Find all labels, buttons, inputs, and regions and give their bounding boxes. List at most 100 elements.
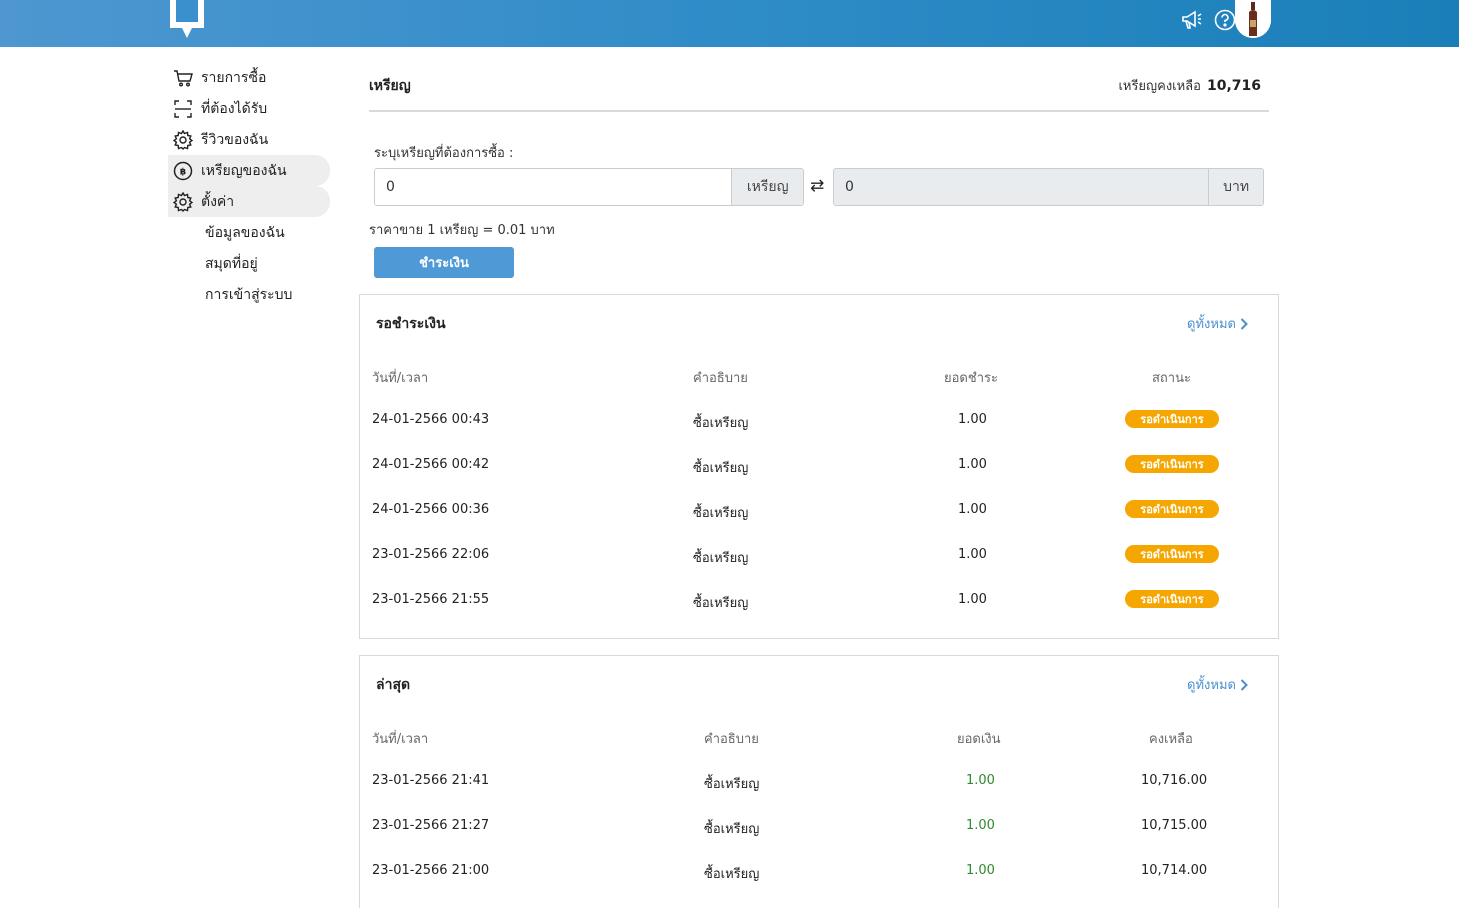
sidebar-item-label: เหรียญของฉัน: [201, 162, 287, 179]
row-description: ซื้อเหรียญ: [693, 551, 749, 566]
avatar[interactable]: [1235, 0, 1271, 38]
row-description: ซื้อเหรียญ: [693, 596, 749, 611]
chevron-right-icon: [1240, 317, 1248, 330]
balance-label: เหรียญคงเหลือ: [1118, 79, 1201, 94]
table-row: 23-01-2566 21:00 ซื้อเหรียญ 1.00 10,714.00: [372, 863, 1252, 883]
chevron-right-icon: [1240, 678, 1248, 691]
table-row: 24-01-2566 00:43 ซื้อเหรียญ 1.00 รอดำเนินกา…: [372, 410, 1252, 432]
column-header: ยอดชำระ: [944, 371, 998, 386]
column-header: วันที่/เวลา: [372, 732, 429, 747]
row-date: 23-01-2566 21:00: [372, 863, 490, 878]
swap-icon: ⇄: [810, 176, 825, 196]
view-all-label: ดูทั้งหมด: [1187, 317, 1236, 332]
sidebar-item-purchases[interactable]: รายการซื้อ: [168, 62, 330, 93]
page-header: เหรียญ เหรียญคงเหลือ 10,716: [369, 68, 1269, 112]
sidebar-item-label: รายการซื้อ: [201, 69, 267, 86]
sidebar-sub-label: สมุดที่อยู่: [205, 255, 258, 272]
table-row: 24-01-2566 00:42 ซื้อเหรียญ 1.00 รอดำเนินกา…: [372, 455, 1252, 477]
column-header: คำอธิบาย: [693, 371, 748, 386]
sidebar-sub-label: ข้อมูลของฉัน: [205, 224, 285, 241]
help-icon[interactable]: [1213, 8, 1237, 32]
sidebar-sub-login[interactable]: การเข้าสู่ระบบ: [168, 279, 330, 310]
card-title: รอชำระเงิน: [376, 316, 446, 332]
row-balance: 10,715.00: [1141, 818, 1208, 833]
megaphone-icon[interactable]: [1179, 8, 1203, 32]
page-title: เหรียญ: [369, 78, 411, 94]
row-date: 23-01-2566 21:27: [372, 818, 490, 833]
table-header: วันที่/เวลา คำอธิบาย ยอดชำระ สถานะ: [372, 367, 1252, 387]
column-header: วันที่/เวลา: [372, 371, 429, 386]
row-amount: 1.00: [958, 457, 987, 472]
row-description: ซื้อเหรียญ: [704, 822, 760, 837]
row-date: 23-01-2566 21:55: [372, 592, 490, 607]
row-description: ซื้อเหรียญ: [693, 506, 749, 521]
table-row: 24-01-2566 00:36 ซื้อเหรียญ 1.00 รอดำเนินกา…: [372, 500, 1252, 522]
sidebar-sub-label: การเข้าสู่ระบบ: [205, 286, 293, 303]
sidebar-item-reviews[interactable]: รีวิวของฉัน: [168, 124, 330, 155]
column-header: สถานะ: [1152, 371, 1191, 386]
card-title: ล่าสุด: [376, 677, 411, 693]
coin-balance: เหรียญคงเหลือ 10,716: [1118, 75, 1261, 96]
sidebar-item-my-coins[interactable]: ฿ เหรียญของฉัน: [168, 155, 330, 186]
table-row: 23-01-2566 21:27 ซื้อเหรียญ 1.00 10,715.00: [372, 818, 1252, 838]
svg-text:฿: ฿: [180, 167, 186, 177]
row-amount: 1.00: [958, 592, 987, 607]
coin-unit-addon: เหรียญ: [731, 169, 803, 205]
table-row: 23-01-2566 21:55 ซื้อเหรียญ 1.00 รอดำเนินกา…: [372, 590, 1252, 612]
top-header: [0, 0, 1459, 47]
row-description: ซื้อเหรียญ: [704, 777, 760, 792]
baht-amount-input: [834, 169, 1209, 205]
logo-icon[interactable]: [168, 0, 206, 40]
row-amount: 1.00: [958, 547, 987, 562]
pay-button[interactable]: ชำระเงิน: [374, 247, 514, 278]
row-amount: 1.00: [966, 818, 995, 833]
status-badge: รอดำเนินการ: [1125, 500, 1219, 518]
column-header: ยอดเงิน: [957, 732, 1001, 747]
coin-input-group: เหรียญ: [374, 168, 804, 206]
row-amount: 1.00: [966, 863, 995, 878]
row-balance: 10,714.00: [1141, 863, 1208, 878]
row-amount: 1.00: [958, 502, 987, 517]
sidebar-sub-my-info[interactable]: ข้อมูลของฉัน: [168, 217, 330, 248]
status-badge: รอดำเนินการ: [1125, 545, 1219, 563]
latest-transactions-card: ล่าสุด ดูทั้งหมด วันที่/เวลา คำอธิบาย ยอ…: [359, 655, 1279, 908]
row-description: ซื้อเหรียญ: [704, 867, 760, 882]
sidebar-item-label: ที่ต้องได้รับ: [201, 100, 268, 117]
sidebar-item-label: ตั้งค่า: [201, 193, 235, 210]
row-date: 24-01-2566 00:36: [372, 502, 490, 517]
cart-icon: [173, 68, 193, 88]
coin-amount-input[interactable]: [375, 169, 732, 205]
row-date: 24-01-2566 00:43: [372, 412, 490, 427]
table-row: 23-01-2566 22:06 ซื้อเหรียญ 1.00 รอดำเนินกา…: [372, 545, 1252, 567]
balance-value: 10,716: [1206, 78, 1261, 94]
baht-unit-addon: บาท: [1208, 169, 1263, 205]
column-header: คงเหลือ: [1149, 732, 1193, 747]
row-amount: 1.00: [958, 412, 987, 427]
row-balance: 10,716.00: [1141, 773, 1208, 788]
sidebar-sub-address-book[interactable]: สมุดที่อยู่: [168, 248, 330, 279]
view-all-label: ดูทั้งหมด: [1187, 678, 1236, 693]
row-description: ซื้อเหรียญ: [693, 416, 749, 431]
table-row: 23-01-2566 21:41 ซื้อเหรียญ 1.00 10,716.00: [372, 773, 1252, 793]
status-badge: รอดำเนินการ: [1125, 455, 1219, 473]
buy-coin-label: ระบุเหรียญที่ต้องการซื้อ :: [374, 146, 514, 161]
column-header: คำอธิบาย: [704, 732, 759, 747]
table-header: วันที่/เวลา คำอธิบาย ยอดเงิน คงเหลือ: [372, 728, 1252, 748]
row-date: 23-01-2566 21:41: [372, 773, 490, 788]
status-badge: รอดำเนินการ: [1125, 590, 1219, 608]
gear-icon: [173, 129, 193, 150]
row-amount: 1.00: [966, 773, 995, 788]
sidebar-item-label: รีวิวของฉัน: [201, 131, 269, 148]
row-description: ซื้อเหรียญ: [693, 461, 749, 476]
status-badge: รอดำเนินการ: [1125, 410, 1219, 428]
sidebar-item-to-receive[interactable]: ที่ต้องได้รับ: [168, 93, 330, 124]
sidebar: รายการซื้อ ที่ต้องได้รับ รีวิวของฉัน ฿ เ…: [168, 62, 330, 310]
baht-input-group: บาท: [833, 168, 1264, 206]
view-all-link[interactable]: ดูทั้งหมด: [1187, 674, 1248, 695]
row-date: 23-01-2566 22:06: [372, 547, 490, 562]
sidebar-item-settings[interactable]: ตั้งค่า: [168, 186, 330, 217]
view-all-link[interactable]: ดูทั้งหมด: [1187, 313, 1248, 334]
coin-icon: ฿: [173, 161, 193, 181]
gear-icon: [173, 191, 193, 212]
scan-icon: [173, 99, 193, 119]
